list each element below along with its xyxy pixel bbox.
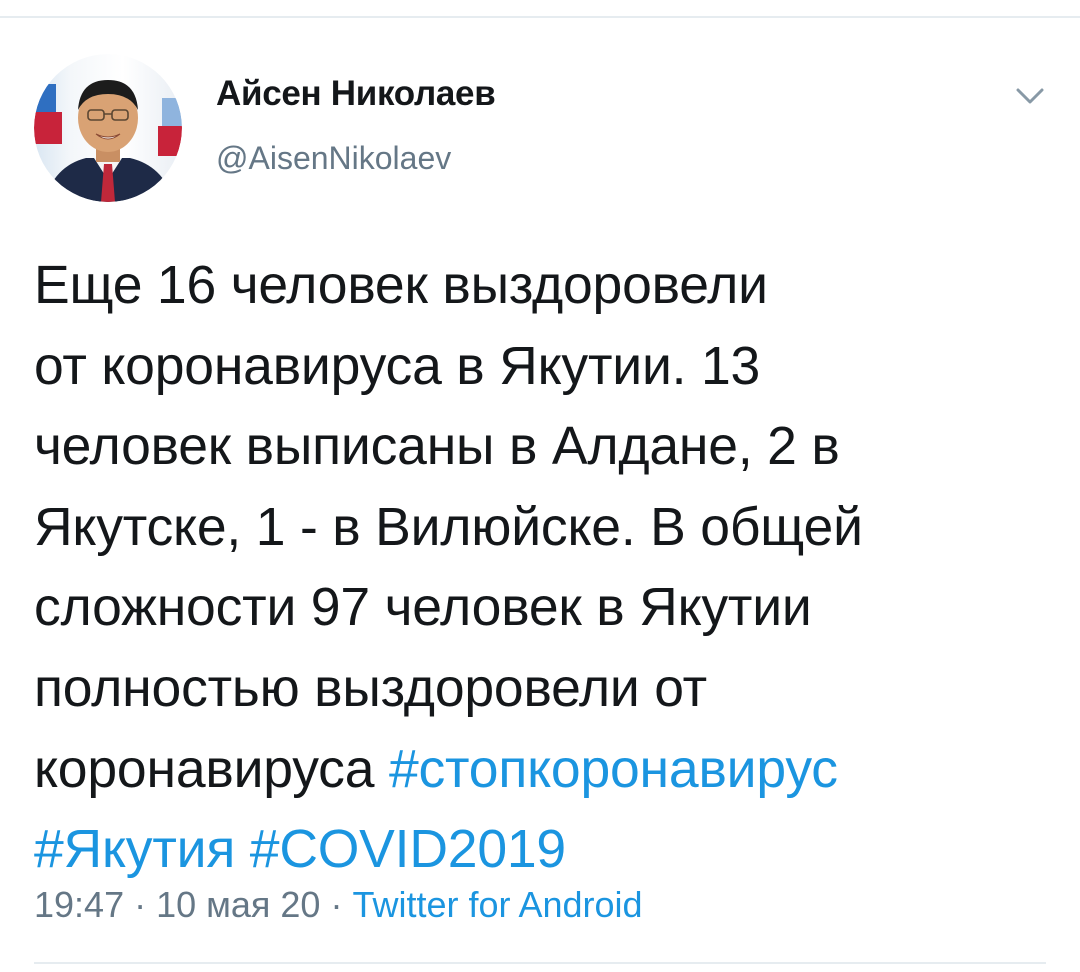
meta-separator: · [124, 884, 157, 925]
tweet-text-line: коронавируса #стопкоронавирус [34, 730, 1044, 811]
tweet-text-line: сложности 97 человек в Якутии [34, 578, 812, 638]
tweet-text-line: от коронавируса в Якутии. 13 [34, 336, 761, 396]
hashtag-stopcoronavirus[interactable]: #стопкоронавирус [389, 740, 838, 799]
tweet-text-line: #Якутия #COVID2019 [34, 810, 1044, 891]
avatar-image [34, 54, 182, 202]
bottom-divider [34, 962, 1046, 964]
meta-separator: · [320, 884, 353, 925]
hashtag-yakutia[interactable]: #Якутия [34, 820, 235, 879]
tweet-text: Еще 16 человек выздоровели от коронавиру… [34, 246, 1044, 891]
tweet-card: Айсен Николаев @AisenNikolaev Еще 16 чел… [0, 18, 1080, 972]
tweet-text-line: Еще 16 человек выздоровели [34, 256, 768, 315]
display-name[interactable]: Айсен Николаев [216, 74, 496, 114]
tweet-text-line: человек выписаны в Алдане, 2 в [34, 417, 840, 477]
tweet-time[interactable]: 19:47 [34, 884, 124, 925]
tweet-text-line: Якутске, 1 - в Вилюйске. В общей [34, 497, 863, 557]
avatar[interactable] [34, 54, 182, 202]
user-handle[interactable]: @AisenNikolaev [216, 140, 451, 177]
tweet-text-line: полностью выздоровели от [34, 658, 707, 718]
tweet-meta: 19:47 · 10 мая 20 · Twitter for Android [34, 884, 643, 926]
tweet-date[interactable]: 10 мая 20 [156, 884, 320, 925]
chevron-down-icon[interactable] [1012, 82, 1048, 110]
hashtag-covid2019[interactable]: #COVID2019 [250, 820, 566, 879]
tweet-source-link[interactable]: Twitter for Android [352, 884, 642, 925]
tweet-text-fragment: коронавируса [34, 739, 389, 799]
